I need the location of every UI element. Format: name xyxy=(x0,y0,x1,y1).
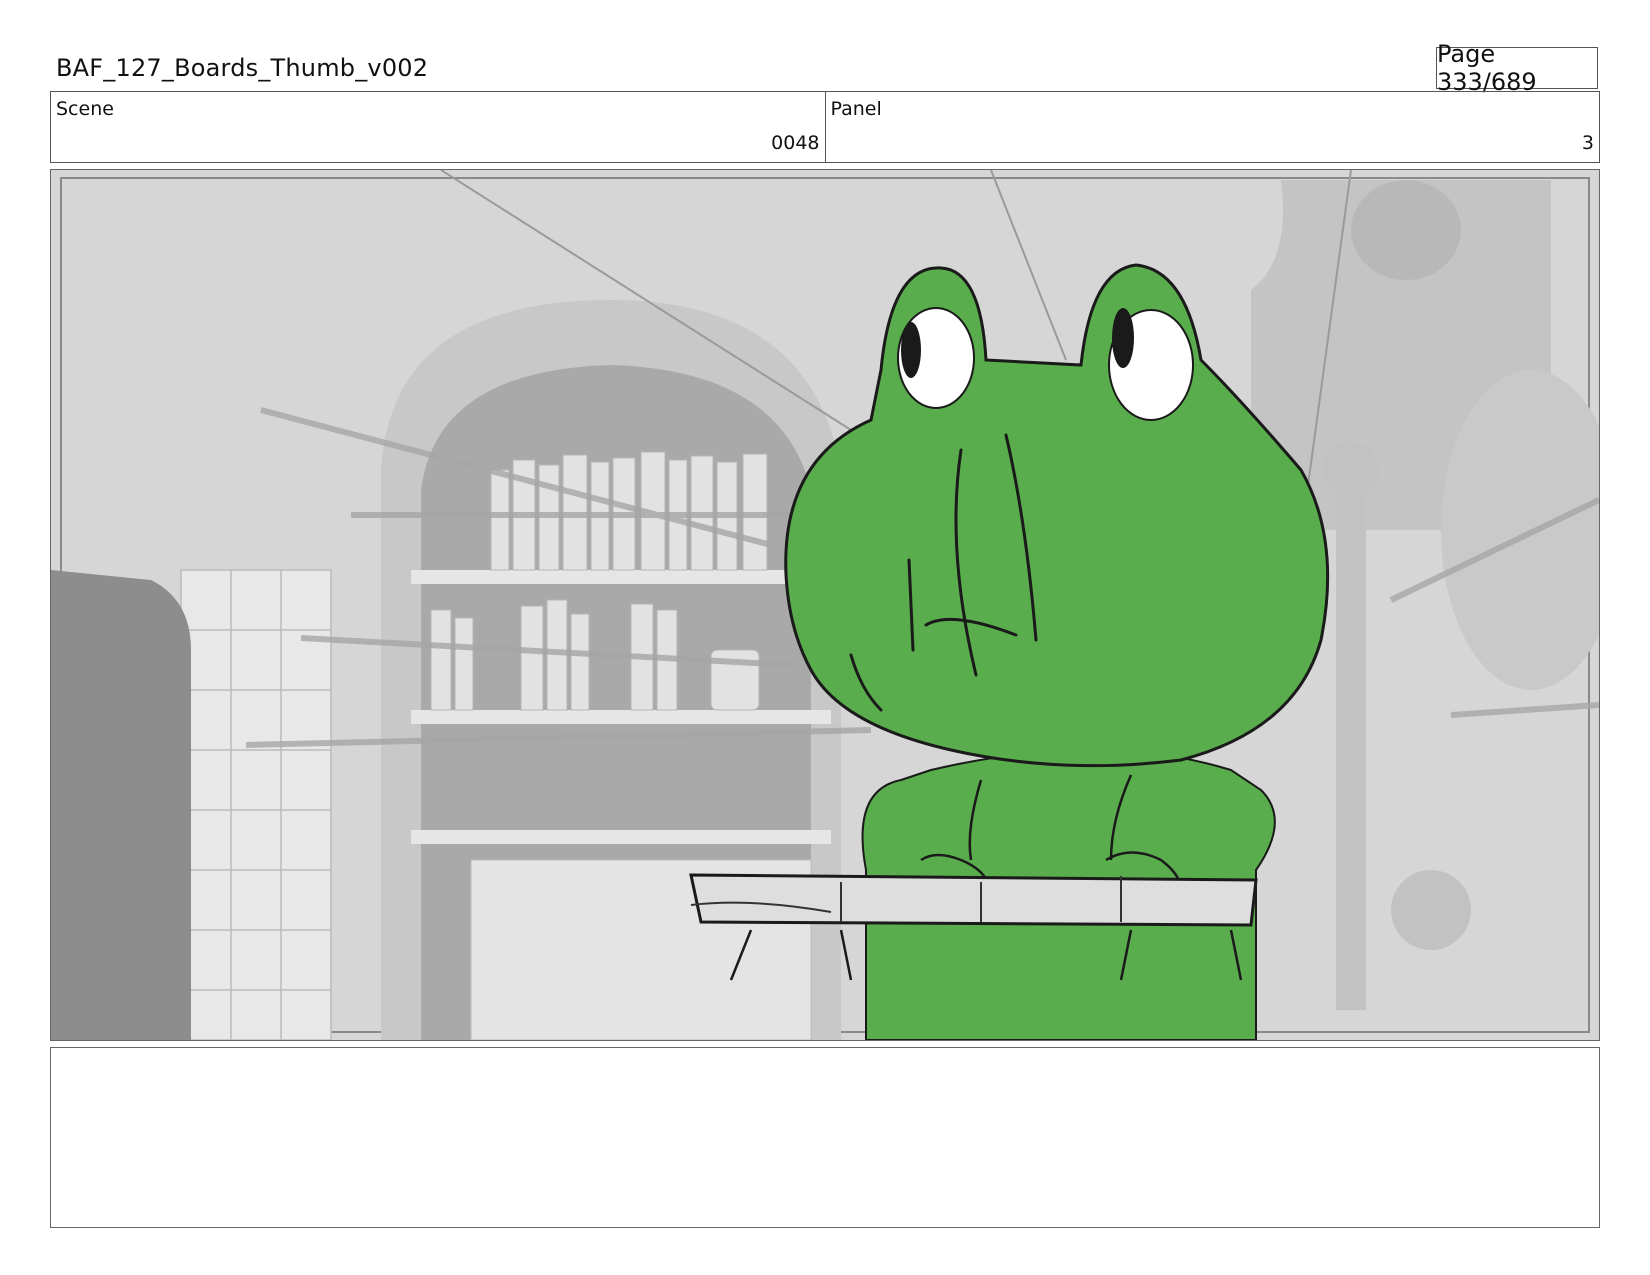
scene-panel-info-row: Scene 0048 Panel 3 xyxy=(50,91,1600,163)
frog-character-sketch xyxy=(51,170,1599,1040)
page-indicator: Page 333/689 xyxy=(1436,40,1598,96)
panel-label: Panel xyxy=(830,98,882,120)
scene-cell: Scene 0048 xyxy=(51,92,825,162)
scene-label: Scene xyxy=(56,98,114,120)
panel-cell: Panel 3 xyxy=(824,92,1600,162)
panel-notes-box xyxy=(50,1047,1600,1228)
storyboard-panel-image xyxy=(50,169,1600,1041)
panel-number: 3 xyxy=(1581,132,1594,154)
scene-number: 0048 xyxy=(771,132,820,154)
document-title: BAF_127_Boards_Thumb_v002 xyxy=(56,54,429,82)
